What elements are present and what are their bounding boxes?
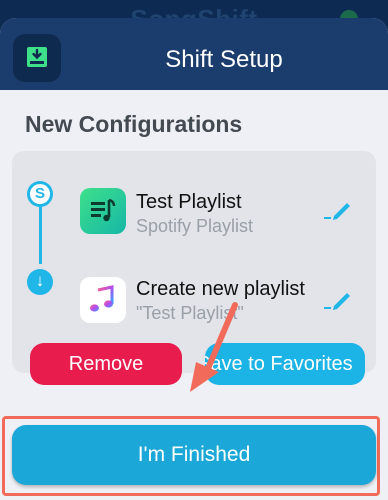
arrow-down-icon: ↓ bbox=[27, 269, 53, 295]
finish-button[interactable]: I'm Finished bbox=[12, 425, 376, 485]
destination-playlist-title: Create new playlist bbox=[136, 278, 305, 300]
source-playlist-subtitle: Spotify Playlist bbox=[136, 216, 254, 236]
destination-playlist-subtitle: "Test Playlist" bbox=[136, 303, 244, 323]
remove-button[interactable]: Remove bbox=[30, 343, 182, 385]
configuration-card: S ↓ Test Playlist Spotify Playlist Creat… bbox=[12, 151, 376, 385]
shift-setup-sheet: Shift Setup New Configurations S ↓ Test … bbox=[0, 18, 388, 500]
songshift-logo-icon: S bbox=[27, 181, 53, 207]
save-to-favorites-button[interactable]: Save to Favorites bbox=[205, 343, 365, 385]
flow-start-glyph: S bbox=[30, 184, 50, 204]
sheet-title: Shift Setup bbox=[165, 46, 283, 73]
edit-destination-pencil-icon[interactable] bbox=[322, 289, 352, 316]
save-to-favorites-label: Save to Favorites bbox=[205, 353, 353, 375]
download-tray-icon[interactable] bbox=[13, 34, 61, 82]
edit-source-pencil-icon[interactable] bbox=[322, 199, 352, 226]
source-playlist-title: Test Playlist bbox=[136, 191, 242, 213]
section-title: New Configurations bbox=[25, 111, 243, 137]
apple-music-icon bbox=[80, 277, 126, 323]
flow-end-glyph: ↓ bbox=[35, 271, 45, 290]
sheet-header: Shift Setup bbox=[0, 18, 388, 90]
spotify-playlist-icon bbox=[80, 188, 126, 234]
